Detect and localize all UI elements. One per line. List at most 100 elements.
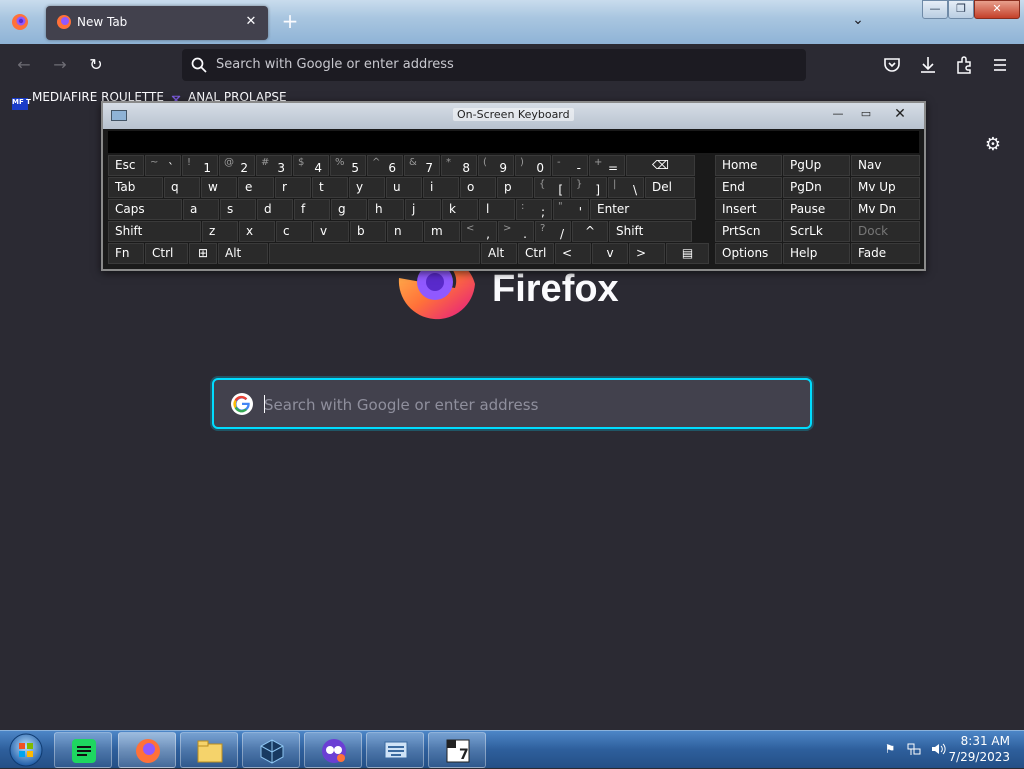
taskbar-firefox[interactable] [118, 732, 176, 768]
osk-key[interactable]: v [592, 243, 628, 264]
osk-key[interactable]: ⊞ [189, 243, 217, 264]
osk-side-key[interactable]: Mv Up [851, 177, 920, 198]
tab-new-tab[interactable]: New Tab ✕ [46, 6, 268, 40]
network-icon[interactable] [906, 741, 922, 757]
osk-key[interactable]: }] [571, 177, 607, 198]
osk-key[interactable]: m [424, 221, 460, 242]
osk-key[interactable]: ^ 6 [367, 155, 403, 176]
taskbar-virtualbox[interactable] [242, 732, 300, 768]
osk-key[interactable]: h [368, 199, 404, 220]
osk-side-key[interactable]: ScrLk [783, 221, 850, 242]
osk-side-key[interactable]: Pause [783, 199, 850, 220]
hamburger-menu-icon[interactable] [989, 54, 1011, 76]
osk-key[interactable]: o [460, 177, 496, 198]
clock-date[interactable]: 7/29/2023 [946, 750, 1010, 764]
osk-key[interactable]: ^ [572, 221, 608, 242]
firefox-view-icon[interactable] [10, 12, 30, 32]
forward-arrow-icon[interactable]: → [49, 54, 71, 76]
osk-side-key[interactable]: Home [715, 155, 782, 176]
taskbar-7zip[interactable]: 7 [428, 732, 486, 768]
osk-key[interactable]: + = [589, 155, 625, 176]
osk-key[interactable]: g [331, 199, 367, 220]
new-tab-button[interactable]: + [280, 11, 300, 31]
osk-key[interactable]: Alt [218, 243, 268, 264]
clock-time[interactable]: 8:31 AM [956, 734, 1010, 748]
osk-key[interactable]: u [386, 177, 422, 198]
osk-key[interactable]: w [201, 177, 237, 198]
osk-side-key[interactable]: Dock [851, 221, 920, 242]
osk-key[interactable]: ! 1 [182, 155, 218, 176]
osk-key[interactable]: ~ ` [145, 155, 181, 176]
osk-side-key[interactable]: Fade [851, 243, 920, 264]
osk-key[interactable]: ) 0 [515, 155, 551, 176]
flag-icon[interactable]: ⚑ [882, 741, 898, 757]
osk-key[interactable]: Ctrl [145, 243, 188, 264]
osk-key[interactable]: ⌫ [626, 155, 695, 176]
osk-key[interactable]: Esc [108, 155, 144, 176]
taskbar-spotify[interactable] [54, 732, 112, 768]
osk-key[interactable]: ? / [535, 221, 571, 242]
osk-key[interactable]: <, [461, 221, 497, 242]
osk-key[interactable]: Del [645, 177, 695, 198]
osk-key[interactable]: a [183, 199, 219, 220]
extensions-icon[interactable] [953, 54, 975, 76]
osk-key[interactable]: " ' [553, 199, 589, 220]
osk-key[interactable]: z [202, 221, 238, 242]
osk-titlebar[interactable]: On-Screen Keyboard — ▭ ✕ [103, 103, 924, 129]
taskbar-game[interactable] [304, 732, 362, 768]
osk-key[interactable]: Shift [108, 221, 201, 242]
osk-key[interactable]: e [238, 177, 274, 198]
osk-minimize-button[interactable]: — [825, 105, 851, 123]
osk-key[interactable]: Caps [108, 199, 182, 220]
osk-key[interactable]: < [555, 243, 591, 264]
osk-key[interactable]: #3 [256, 155, 292, 176]
osk-key[interactable]: Alt [481, 243, 517, 264]
osk-key[interactable]: k [442, 199, 478, 220]
osk-key[interactable]: l [479, 199, 515, 220]
reload-icon[interactable]: ↻ [85, 54, 107, 76]
osk-key[interactable]: c [276, 221, 312, 242]
osk-side-key[interactable]: PgDn [783, 177, 850, 198]
osk-key[interactable]: p [497, 177, 533, 198]
osk-key[interactable] [269, 243, 480, 264]
osk-key[interactable]: f [294, 199, 330, 220]
osk-key[interactable]: @2 [219, 155, 255, 176]
osk-key[interactable]: v [313, 221, 349, 242]
taskbar-on-screen-keyboard[interactable] [366, 732, 424, 768]
window-close-button[interactable]: ✕ [974, 0, 1020, 19]
osk-key[interactable]: >. [498, 221, 534, 242]
osk-key[interactable]: & 7 [404, 155, 440, 176]
osk-side-key[interactable]: End [715, 177, 782, 198]
address-bar[interactable]: Search with Google or enter address [182, 49, 806, 81]
osk-side-key[interactable]: PrtScn [715, 221, 782, 242]
start-button-icon[interactable] [6, 732, 46, 768]
window-minimize-button[interactable]: — [922, 0, 948, 19]
osk-key[interactable]: (9 [478, 155, 514, 176]
osk-side-key[interactable]: Mv Dn [851, 199, 920, 220]
osk-key[interactable]: t [312, 177, 348, 198]
osk-key[interactable]: q [164, 177, 200, 198]
pocket-icon[interactable] [881, 54, 903, 76]
osk-key[interactable]: Fn [108, 243, 144, 264]
osk-key[interactable]: j [405, 199, 441, 220]
osk-close-button[interactable]: ✕ [883, 105, 917, 123]
osk-key[interactable]: b [350, 221, 386, 242]
osk-key[interactable]: s [220, 199, 256, 220]
osk-key[interactable]: % 5 [330, 155, 366, 176]
osk-side-key[interactable]: PgUp [783, 155, 850, 176]
osk-key[interactable]: d [257, 199, 293, 220]
window-maximize-button[interactable]: ❐ [948, 0, 974, 19]
back-arrow-icon[interactable]: ← [13, 54, 35, 76]
tab-close-icon[interactable]: ✕ [242, 13, 260, 31]
osk-side-key[interactable]: Options [715, 243, 782, 264]
osk-maximize-button[interactable]: ▭ [853, 105, 879, 123]
osk-key[interactable]: -- [552, 155, 588, 176]
osk-key[interactable]: r [275, 177, 311, 198]
osk-key[interactable]: ▤ [666, 243, 709, 264]
osk-key[interactable]: Enter [590, 199, 696, 220]
osk-side-key[interactable]: Help [783, 243, 850, 264]
osk-side-key[interactable]: Insert [715, 199, 782, 220]
osk-key[interactable]: i [423, 177, 459, 198]
osk-key[interactable]: Ctrl [518, 243, 554, 264]
osk-key[interactable]: :; [516, 199, 552, 220]
